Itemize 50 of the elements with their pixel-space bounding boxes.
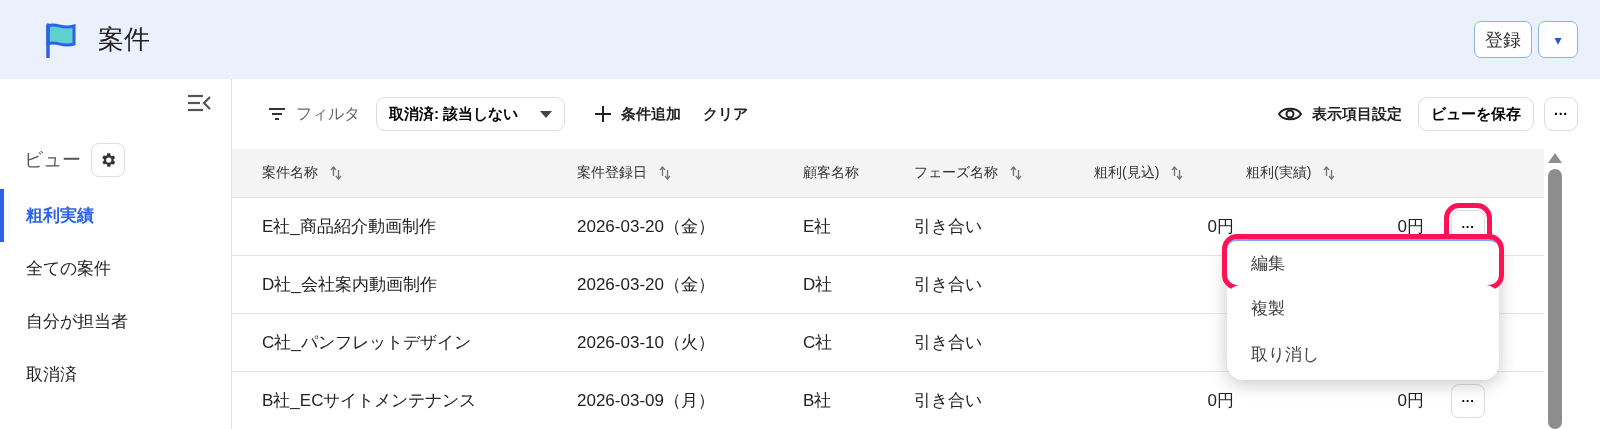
table-cell: 0円 [1207, 391, 1234, 410]
column-header: フェーズ名称 [914, 164, 998, 182]
filter-dropdown[interactable]: 取消済: 該当しない [376, 97, 566, 131]
table-cell: B社 [803, 391, 832, 410]
table-cell: E社 [803, 217, 832, 236]
more-button[interactable]: ··· [1544, 97, 1578, 131]
table-cell: 2026-03-09（月） [577, 391, 715, 410]
table-cell: 2026-03-20（金） [577, 217, 715, 236]
column-header: 粗利(実績) [1246, 164, 1312, 182]
display-settings-button[interactable]: 表示項目設定 [1272, 104, 1408, 124]
filter-label: フィルタ [296, 103, 360, 124]
collapse-icon[interactable] [187, 93, 211, 113]
sidebar-item[interactable]: 自分が担当者 [0, 295, 231, 348]
caret-icon [540, 110, 553, 118]
table-cell: D社_会社案内動画制作 [262, 275, 437, 294]
scrollbar-thumb[interactable] [1548, 169, 1562, 429]
table-cell: 引き合い [914, 333, 982, 352]
eye-icon [1278, 106, 1302, 122]
table-cell: 2026-03-20（金） [577, 275, 715, 294]
dropdown-button[interactable]: ▾ [1538, 21, 1578, 58]
table-cell: 引き合い [914, 217, 982, 236]
column-header: 顧客名称 [803, 164, 859, 182]
row-menu-button[interactable]: ··· [1451, 383, 1485, 418]
add-condition-button[interactable]: 条件追加 [589, 104, 688, 124]
settings-button[interactable] [91, 143, 125, 177]
table-cell: 引き合い [914, 391, 982, 410]
table-cell: C社_パンフレットデザイン [262, 333, 471, 352]
sidebar-item[interactable]: 取消済 [0, 348, 231, 401]
scroll-up-icon [1548, 153, 1562, 163]
table-cell: D社 [803, 275, 833, 294]
column-header: 案件名称 [262, 164, 318, 182]
flag-icon [44, 21, 78, 58]
plus-icon [595, 106, 612, 122]
view-label: ビュー [24, 148, 81, 172]
table-cell: 2026-03-10（火） [577, 333, 715, 352]
save-view-button[interactable]: ビューを保存 [1418, 97, 1534, 131]
page-title: 案件 [98, 23, 151, 56]
column-header: 案件登録日 [577, 164, 647, 182]
table-cell: 0円 [1207, 217, 1234, 236]
sidebar-item[interactable]: 全ての案件 [0, 242, 231, 295]
table-cell: B社_ECサイトメンテナンス [262, 391, 477, 410]
table-cell: 0円 [1397, 391, 1424, 410]
table-cell: 0円 [1397, 217, 1424, 236]
table-cell: E社_商品紹介動画制作 [262, 217, 436, 236]
register-button[interactable]: 登録 [1474, 21, 1532, 58]
filter-icon [268, 107, 286, 121]
table-cell: 引き合い [914, 275, 982, 294]
column-header: 粗利(見込) [1094, 164, 1160, 182]
clear-button[interactable]: クリア [697, 104, 755, 124]
table-cell: C社 [803, 333, 833, 352]
